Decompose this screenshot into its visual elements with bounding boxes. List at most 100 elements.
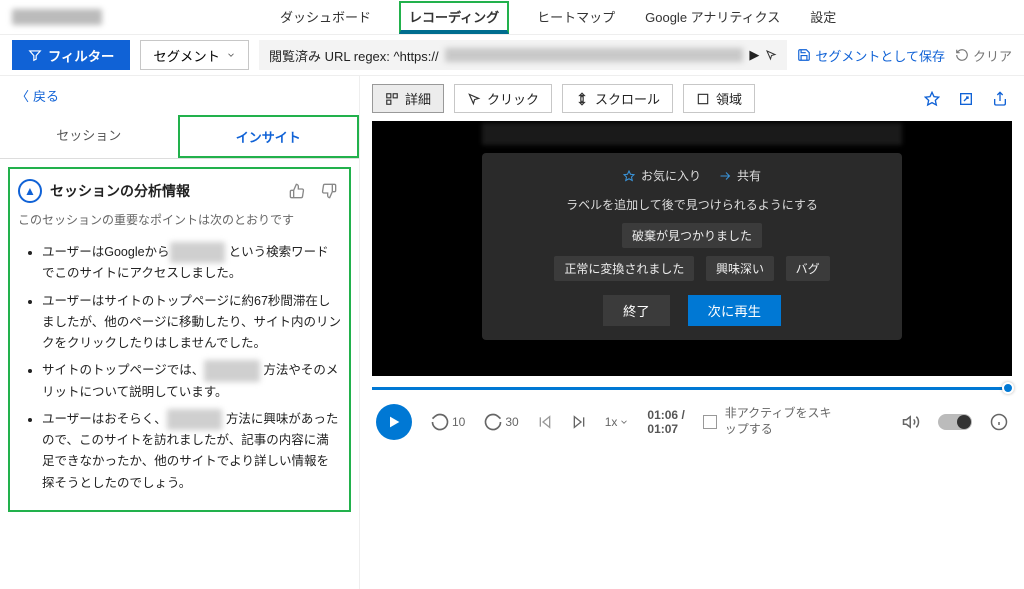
forward-icon <box>483 412 503 432</box>
popout-icon <box>958 91 974 107</box>
insight-header: ▲ セッションの分析情報 <box>18 179 341 203</box>
area-icon <box>696 92 710 106</box>
play-next-button[interactable]: 次に再生 <box>688 295 781 326</box>
cursor-icon <box>765 49 777 61</box>
recording-title-blurred <box>482 123 902 145</box>
share-recording-button[interactable]: 共有 <box>719 167 761 184</box>
back-link[interactable]: 〈 戻る <box>0 76 359 115</box>
detail-icon <box>385 92 399 106</box>
progress-knob[interactable] <box>1002 382 1014 394</box>
thumbs-down-button[interactable] <box>317 181 341 201</box>
tab-insight[interactable]: インサイト <box>178 115 360 158</box>
skip-prev-icon <box>537 414 553 430</box>
recording-player: お気に入り 共有 ラベルを追加して後で見つけられるようにする 破棄が見つかりまし… <box>372 121 1012 376</box>
tag-converted[interactable]: 正常に変換されました <box>554 256 694 281</box>
thumbs-up-button[interactable] <box>285 181 309 201</box>
url-filter-label: 閲覧済み URL regex: ^https:// <box>269 46 439 65</box>
tag-row-2: 正常に変換されました 興味深い バグ <box>500 256 884 281</box>
chevron-down-icon <box>619 417 629 427</box>
tab-heatmap[interactable]: ヒートマップ <box>535 1 617 34</box>
toggle-switch[interactable] <box>938 414 972 430</box>
rewind-10-button[interactable]: 10 <box>430 412 465 432</box>
chevron-left-icon: 〈 <box>16 86 29 105</box>
scroll-icon <box>575 92 589 106</box>
share-button[interactable] <box>988 87 1012 111</box>
popout-button[interactable] <box>954 87 978 111</box>
tag-discard-found[interactable]: 破棄が見つかりました <box>622 223 762 248</box>
logo <box>12 9 102 25</box>
player-controls: 10 30 1x 01:06 / 01:07 非アクティブをス <box>360 394 1024 450</box>
skip-next-icon <box>571 414 587 430</box>
skip-prev-button[interactable] <box>537 414 553 430</box>
area-chip[interactable]: 領域 <box>683 84 755 113</box>
insight-item: ユーザーはおそらく、 方法に興味があったので、このサイトを訪れましたが、記事の内… <box>42 409 341 494</box>
tag-interesting[interactable]: 興味深い <box>706 256 774 281</box>
tag-row-1: 破棄が見つかりました <box>500 223 884 248</box>
top-nav-tabs: ダッシュボード レコーディング ヒートマップ Google アナリティクス 設定 <box>278 1 838 34</box>
recording-overlay-card: お気に入り 共有 ラベルを追加して後で見つけられるようにする 破棄が見つかりまし… <box>482 153 902 340</box>
progress-fill <box>372 387 1012 390</box>
skip-inactive-checkbox[interactable]: 非アクティブをスキップする <box>703 406 835 437</box>
progress-bar[interactable] <box>372 382 1012 394</box>
chat-icon: ▲ <box>18 179 42 203</box>
left-tabs: セッション インサイト <box>0 115 359 159</box>
tab-google-analytics[interactable]: Google アナリティクス <box>643 1 782 34</box>
star-button[interactable] <box>920 87 944 111</box>
url-blurred <box>445 48 744 62</box>
blurred-text <box>204 360 260 381</box>
favorite-button[interactable]: お気に入り <box>623 167 701 184</box>
tag-bug[interactable]: バグ <box>786 256 830 281</box>
skip-next-button[interactable] <box>571 414 587 430</box>
filter-bar: フィルター セグメント 閲覧済み URL regex: ^https:// ▶ … <box>0 34 1024 76</box>
top-nav: ダッシュボード レコーディング ヒートマップ Google アナリティクス 設定 <box>0 0 1024 34</box>
save-segment-link[interactable]: セグメントとして保存 <box>797 46 945 65</box>
info-icon <box>990 413 1008 431</box>
star-icon <box>924 91 940 107</box>
tab-recordings[interactable]: レコーディング <box>399 1 509 34</box>
url-filter-chip[interactable]: 閲覧済み URL regex: ^https:// ▶ <box>259 40 787 70</box>
segment-button[interactable]: セグメント <box>140 40 249 70</box>
play-icon <box>386 414 402 430</box>
tab-settings[interactable]: 設定 <box>808 1 838 34</box>
play-button[interactable] <box>376 404 412 440</box>
insight-item: サイトのトップページでは、 方法やそのメリットについて説明しています。 <box>42 360 341 403</box>
refresh-icon <box>955 48 969 62</box>
right-panel: 詳細 クリック スクロール 領域 <box>360 76 1024 589</box>
insight-item: ユーザーはサイトのトップページに約67秒間滞在しましたが、他のページに移動したり… <box>42 291 341 355</box>
time-display: 01:06 / 01:07 <box>647 408 684 436</box>
rewind-icon <box>430 412 450 432</box>
star-outline-icon <box>623 170 635 182</box>
share-icon <box>992 91 1008 107</box>
tab-dashboard[interactable]: ダッシュボード <box>278 1 373 34</box>
filter-button[interactable]: フィルター <box>12 40 130 70</box>
label-hint: ラベルを追加して後で見つけられるようにする <box>500 196 884 213</box>
thumbs-up-icon <box>289 183 305 199</box>
forward-30-button[interactable]: 30 <box>483 412 518 432</box>
info-button[interactable] <box>990 413 1008 431</box>
save-icon <box>797 48 811 62</box>
scroll-chip[interactable]: スクロール <box>562 84 673 113</box>
volume-icon <box>902 413 920 431</box>
insight-list: ユーザーはGoogleから という検索ワードでこのサイトにアクセスしました。ユー… <box>18 242 341 494</box>
cursor-click-icon <box>467 92 481 106</box>
insight-item: ユーザーはGoogleから という検索ワードでこのサイトにアクセスしました。 <box>42 242 341 285</box>
play-icon: ▶ <box>749 47 759 63</box>
insight-subtitle: このセッションの重要なポイントは次のとおりです <box>18 211 341 230</box>
detail-chip[interactable]: 詳細 <box>372 84 444 113</box>
insight-panel: ▲ セッションの分析情報 このセッションの重要なポイントは次のとおりです ユーザ… <box>8 167 351 512</box>
left-panel: 〈 戻る セッション インサイト ▲ セッションの分析情報 このセッションの重要… <box>0 76 360 589</box>
speed-button[interactable]: 1x <box>605 415 630 429</box>
blurred-text <box>170 242 226 263</box>
blurred-text <box>167 409 223 430</box>
thumbs-down-icon <box>321 183 337 199</box>
tab-session[interactable]: セッション <box>0 115 178 158</box>
insight-title: セッションの分析情報 <box>50 181 277 201</box>
clear-link[interactable]: クリア <box>955 46 1012 65</box>
click-chip[interactable]: クリック <box>454 84 552 113</box>
main-split: 〈 戻る セッション インサイト ▲ セッションの分析情報 このセッションの重要… <box>0 76 1024 589</box>
right-toolbar: 詳細 クリック スクロール 領域 <box>360 76 1024 121</box>
chevron-down-icon <box>226 50 236 60</box>
end-button[interactable]: 終了 <box>603 295 670 326</box>
volume-button[interactable] <box>902 413 920 431</box>
share-arrow-icon <box>719 170 731 182</box>
